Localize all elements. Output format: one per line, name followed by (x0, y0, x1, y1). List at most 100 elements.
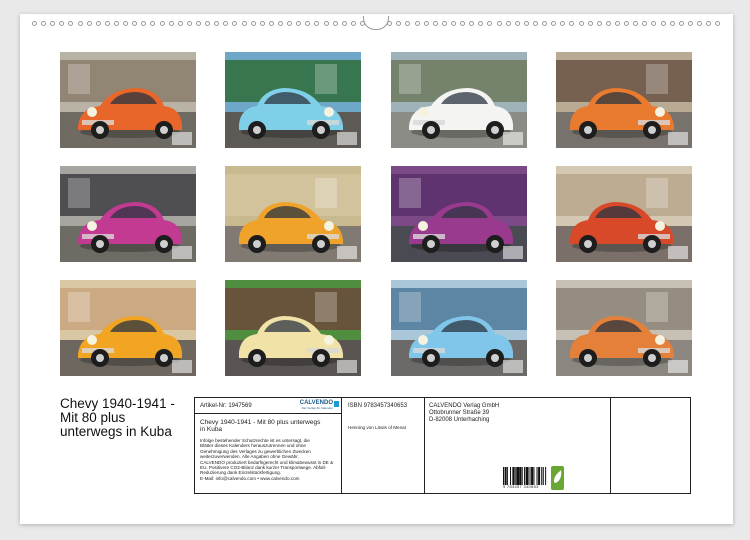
hanger-hook (363, 16, 389, 30)
thumb-sep (60, 280, 196, 376)
info-column-empty (611, 398, 690, 493)
legal-line: E-Mail: info@calvendo.com • www.calvendo… (200, 475, 300, 481)
binding-ring (86, 20, 92, 26)
binding-ring (432, 20, 438, 26)
binding-ring (587, 20, 593, 26)
binding-ring (305, 20, 311, 26)
binding-ring (633, 20, 639, 26)
legal-notice: Infolge bestehender Schutzrechte ist es … (200, 438, 333, 481)
binding-ring (669, 20, 675, 26)
binding-ring (132, 20, 138, 26)
binding-ring (514, 20, 520, 26)
binding-ring (177, 20, 183, 26)
binding-ring (505, 20, 511, 26)
binding-ring (696, 20, 702, 26)
binding-ring (195, 20, 201, 26)
binding-ring (551, 20, 557, 26)
binding-ring (323, 20, 329, 26)
binding-ring (542, 20, 548, 26)
info-column-isbn: ISBN 9783457340653 Henning von Löwis of … (342, 398, 425, 493)
info-column-publisher: CALVENDO Verlag GmbH Ottobrunner Straße … (425, 398, 611, 493)
info-box: Artikel-Nr: 1947569 CALVENDO Der Verlag … (194, 397, 691, 494)
author: Henning von Löwis of Menar (348, 425, 407, 430)
binding-ring (460, 20, 466, 26)
thumb-jan (60, 52, 196, 148)
thumb-jul (391, 166, 527, 262)
article-number: Artikel-Nr: 1947569 (200, 403, 252, 409)
calendar-title-small-1: Chevy 1940-1941 - Mit 80 plus unterwegs (200, 419, 321, 426)
thumb-jun (225, 166, 361, 262)
binding-ring (578, 20, 584, 26)
thumb-nov (391, 280, 527, 376)
article-row: Artikel-Nr: 1947569 CALVENDO Der Verlag … (195, 398, 341, 414)
binding-ring (706, 20, 712, 26)
binding-ring (50, 20, 56, 26)
binding-ring (77, 20, 83, 26)
binding-ring (678, 20, 684, 26)
binding-ring (660, 20, 666, 26)
binding-ring (159, 20, 165, 26)
binding-ring (423, 20, 429, 26)
thumb-dec (556, 280, 692, 376)
binding-ring (451, 20, 457, 26)
binding-ring (296, 20, 302, 26)
binding-ring (141, 20, 147, 26)
binding-ring (314, 20, 320, 26)
binding-ring (223, 20, 229, 26)
binding-ring (715, 20, 721, 26)
thumb-feb (225, 52, 361, 148)
binding-ring (168, 20, 174, 26)
calendar-back-page: Chevy 1940-1941 - Mit 80 plus unterwegs … (20, 14, 733, 524)
binding-ring (232, 20, 238, 26)
binding-ring (478, 20, 484, 26)
binding-ring (560, 20, 566, 26)
binding-ring (651, 20, 657, 26)
binding-ring (277, 20, 283, 26)
binding-ring (533, 20, 539, 26)
binding-ring (441, 20, 447, 26)
binding-ring (104, 20, 110, 26)
info-column-article: Artikel-Nr: 1947569 CALVENDO Der Verlag … (195, 398, 342, 493)
binding-ring (523, 20, 529, 26)
binding-ring (250, 20, 256, 26)
thumb-aug (556, 166, 692, 262)
binding-ring (396, 20, 402, 26)
title-line-3: unterwegs in Kuba (60, 424, 172, 439)
binding-ring (59, 20, 65, 26)
binding-ring (350, 20, 356, 26)
barcode-digits: 9 783457 340653 (503, 484, 539, 489)
calendar-title-small-2: in Kuba (200, 426, 223, 433)
binding-ring (624, 20, 630, 26)
binding-ring (615, 20, 620, 26)
binding-ring (287, 20, 293, 26)
binding-ring (205, 20, 211, 26)
title-line-1: Chevy 1940-1941 - (60, 396, 175, 411)
isbn: ISBN 9783457340653 (348, 403, 408, 409)
publisher-city: D-82008 Unterhaching (429, 417, 490, 423)
binding-ring (332, 20, 338, 26)
binding-ring (113, 20, 119, 26)
binding-ring (569, 20, 575, 26)
binding-ring (687, 20, 693, 26)
publisher-street: Ottobrunner Straße 39 (429, 410, 490, 416)
binding-ring (214, 20, 220, 26)
binding-ring (596, 20, 602, 26)
binding-ring (405, 20, 411, 26)
binding-ring (123, 20, 129, 26)
thumb-mar (391, 52, 527, 148)
binding-ring (341, 20, 347, 26)
binding-ring (41, 20, 47, 26)
eco-leaf-icon (551, 466, 564, 490)
binding-ring (469, 20, 475, 26)
binding-ring (642, 20, 648, 26)
binding-ring (496, 20, 502, 26)
binding-ring (32, 20, 37, 26)
binding-ring (487, 20, 493, 26)
thumb-may (60, 166, 196, 262)
binding-ring (259, 20, 265, 26)
calvendo-logo-icon (334, 401, 339, 407)
binding-ring (95, 20, 101, 26)
binding-ring (268, 20, 274, 26)
title-line-2: Mit 80 plus (60, 410, 126, 425)
binding-ring (605, 20, 611, 26)
